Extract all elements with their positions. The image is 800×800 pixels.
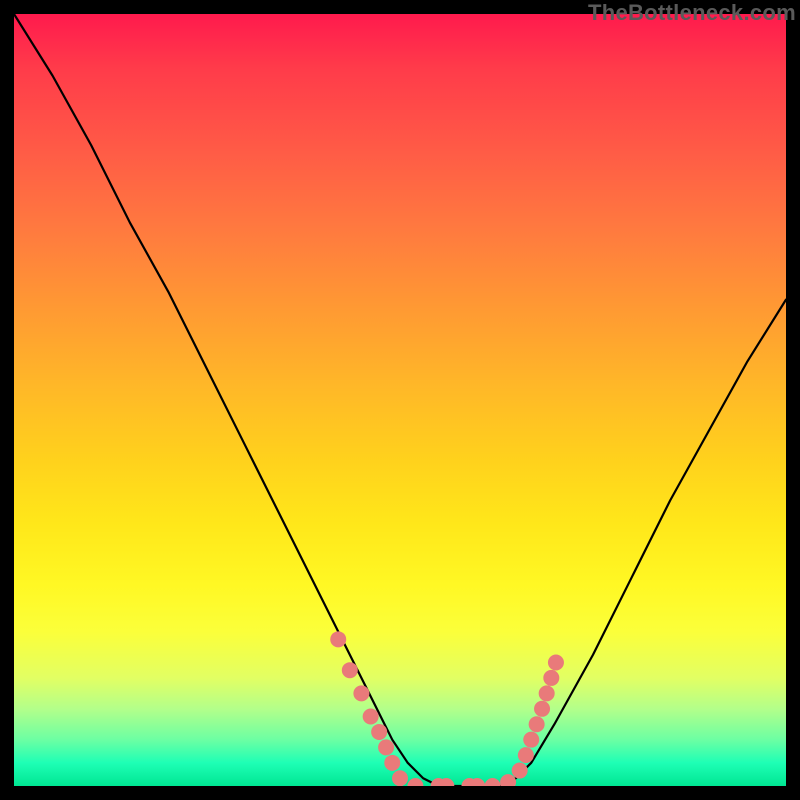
plot-area — [14, 14, 786, 786]
watermark-label: TheBottleneck.com — [588, 0, 796, 26]
calibration-dot — [353, 685, 369, 701]
calibration-dot — [543, 670, 559, 686]
bottleneck-curve — [14, 14, 786, 786]
calibration-dot — [500, 774, 516, 786]
calibration-dot — [548, 654, 564, 670]
calibration-dot — [342, 662, 358, 678]
calibration-dot — [529, 716, 545, 732]
calibration-dot — [384, 755, 400, 771]
curve-layer — [14, 14, 786, 786]
calibration-dot — [330, 631, 346, 647]
calibration-dot — [523, 732, 539, 748]
calibration-dot — [407, 778, 423, 786]
calibration-dot — [371, 724, 387, 740]
calibration-dot — [534, 701, 550, 717]
calibration-dot — [378, 739, 394, 755]
calibration-dot — [392, 770, 408, 786]
dots-layer — [330, 631, 564, 786]
calibration-dot — [518, 747, 534, 763]
calibration-dot — [485, 778, 501, 786]
chart-svg — [14, 14, 786, 786]
calibration-dot — [539, 685, 555, 701]
calibration-dot — [512, 763, 528, 779]
calibration-dot — [363, 709, 379, 725]
chart-container: TheBottleneck.com — [0, 0, 800, 800]
